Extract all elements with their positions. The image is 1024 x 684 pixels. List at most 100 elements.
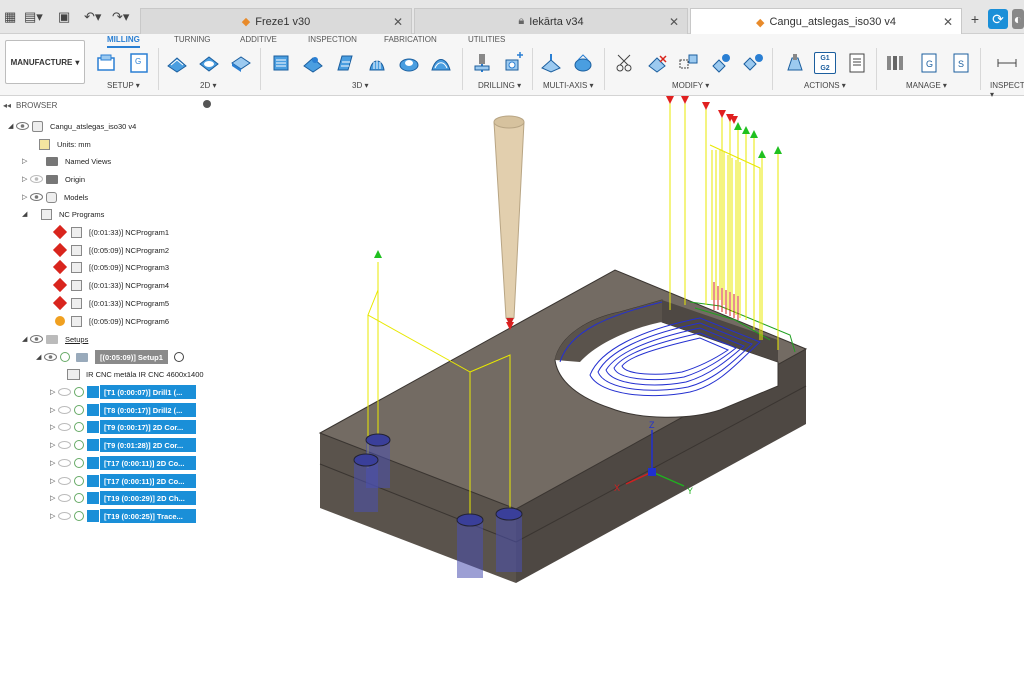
visibility-eye-hidden-icon[interactable]	[30, 175, 43, 183]
tab-turning[interactable]: TURNING	[174, 35, 210, 44]
3d-pocket-icon[interactable]	[302, 52, 324, 74]
3d-adaptive-icon[interactable]	[270, 52, 292, 74]
redo-icon[interactable]: ↷▾	[112, 9, 129, 25]
visibility-eye-hidden-icon[interactable]	[58, 512, 71, 520]
expand-triangle-icon[interactable]: ▷	[50, 423, 58, 431]
expand-triangle-icon[interactable]: ▷	[50, 441, 58, 449]
extensions-button[interactable]: ⟳	[988, 9, 1008, 29]
group-modify-label[interactable]: MODIFY ▾	[672, 81, 709, 90]
collapse-triangle-icon[interactable]: ◢	[36, 353, 44, 361]
nc-program-row[interactable]: [(0:05:09)] NCProgram3	[52, 259, 169, 275]
grid-menu-icon[interactable]: ▦	[4, 9, 16, 25]
tree-item-named-views[interactable]: ▷ Named Views	[22, 153, 111, 169]
visibility-eye-hidden-icon[interactable]	[58, 406, 71, 414]
setup-icon[interactable]	[96, 52, 118, 74]
3d-radial-icon[interactable]	[430, 52, 452, 74]
operation-row[interactable]: ▷ [T8 (0:00:17)] Drill2 (...	[50, 402, 196, 418]
expand-triangle-icon[interactable]: ▷	[50, 512, 58, 520]
visibility-eye-icon[interactable]	[44, 353, 57, 361]
expand-triangle-icon[interactable]: ▷	[50, 388, 58, 396]
expand-triangle-icon[interactable]: ▷	[22, 175, 30, 183]
collapse-triangle-icon[interactable]: ◢	[22, 335, 30, 343]
post-library-icon[interactable]: G	[918, 52, 940, 74]
group-3d-label[interactable]: 3D ▾	[352, 81, 368, 90]
expand-triangle-icon[interactable]: ▷	[50, 459, 58, 467]
tree-item-origin[interactable]: ▷ Origin	[22, 171, 85, 187]
nc-program-row[interactable]: [(0:05:09)] NCProgram6	[52, 313, 169, 329]
collapse-triangle-icon[interactable]: ◢	[22, 210, 30, 218]
collapse-panel-icon[interactable]: ◂◂	[3, 101, 11, 110]
expand-triangle-icon[interactable]: ▷	[22, 193, 30, 201]
operation-row[interactable]: ▷ [T17 (0:00:11)] 2D Co...	[50, 455, 196, 471]
nc-program-row[interactable]: [(0:01:33)] NCProgram1	[52, 224, 169, 240]
tree-item-setups[interactable]: ◢ Setups	[22, 331, 88, 347]
tab-utilities[interactable]: UTILITIES	[468, 35, 505, 44]
new-tab-button[interactable]: +	[965, 9, 985, 29]
tree-item-setup1[interactable]: ◢ [(0:05:09)] Setup1	[36, 349, 184, 365]
expand-triangle-icon[interactable]: ▷	[22, 157, 30, 165]
close-icon[interactable]: ✕	[393, 15, 403, 29]
close-icon[interactable]: ✕	[943, 15, 953, 29]
tree-item-machine[interactable]: IR CNC metāla IR CNC 4600x1400	[64, 366, 204, 382]
expand-triangle-icon[interactable]: ▷	[50, 494, 58, 502]
group-manage-label[interactable]: MANAGE ▾	[906, 81, 947, 90]
modify-delete-icon[interactable]	[646, 52, 668, 74]
2d-adaptive-icon[interactable]	[166, 52, 188, 74]
visibility-eye-hidden-icon[interactable]	[58, 441, 71, 449]
operation-row[interactable]: ▷ [T1 (0:00:07)] Drill1 (...	[50, 384, 196, 400]
group-actions-label[interactable]: ACTIONS ▾	[804, 81, 846, 90]
workspace-switcher-button[interactable]: MANUFACTURE ▾	[5, 40, 85, 84]
modify-mirror-icon[interactable]	[710, 52, 732, 74]
tab-additive[interactable]: ADDITIVE	[240, 35, 277, 44]
tool-library-icon[interactable]	[884, 52, 906, 74]
file-icon[interactable]: ▤▾	[24, 9, 43, 25]
tree-item-models[interactable]: ▷ Models	[22, 189, 88, 205]
operation-row[interactable]: ▷ [T19 (0:00:29)] 2D Ch...	[50, 490, 196, 506]
multi-axis-swarf-icon[interactable]	[540, 52, 562, 74]
visibility-eye-icon[interactable]	[16, 122, 29, 130]
operation-row[interactable]: ▷ [T19 (0:00:25)] Trace...	[50, 508, 196, 524]
operation-row[interactable]: ▷ [T9 (0:00:17)] 2D Cor...	[50, 419, 196, 435]
visibility-eye-hidden-icon[interactable]	[58, 459, 71, 467]
undo-icon[interactable]: ↶▾	[84, 9, 101, 25]
group-2d-label[interactable]: 2D ▾	[200, 81, 216, 90]
group-drilling-label[interactable]: DRILLING ▾	[478, 81, 521, 90]
multi-axis-rotary-icon[interactable]	[572, 52, 594, 74]
visibility-eye-icon[interactable]	[30, 335, 43, 343]
nc-program-row[interactable]: [(0:01:33)] NCProgram4	[52, 277, 169, 293]
close-icon[interactable]: ✕	[669, 15, 679, 29]
active-setup-radio-icon[interactable]	[173, 352, 184, 362]
drill-icon[interactable]	[472, 52, 494, 74]
save-icon[interactable]: ▣	[58, 9, 70, 25]
expand-triangle-icon[interactable]: ▷	[50, 477, 58, 485]
3d-parallel-icon[interactable]	[366, 52, 388, 74]
nc-program-row[interactable]: [(0:05:09)] NCProgram2	[52, 242, 169, 258]
nc-program-row[interactable]: [(0:01:33)] NCProgram5	[52, 295, 169, 311]
visibility-eye-hidden-icon[interactable]	[58, 477, 71, 485]
3d-viewport[interactable]: Z X Y	[222, 96, 1024, 684]
operation-row[interactable]: ▷ [T9 (0:01:28)] 2D Cor...	[50, 437, 196, 453]
measure-icon[interactable]	[996, 52, 1018, 74]
tab-inspection[interactable]: INSPECTION	[308, 35, 357, 44]
tree-item-nc-programs[interactable]: ◢ NC Programs	[22, 206, 104, 222]
nc-program-icon[interactable]: G	[128, 52, 150, 74]
visibility-eye-icon[interactable]	[30, 193, 43, 201]
modify-transform-icon[interactable]	[742, 52, 764, 74]
tab-freze1[interactable]: ◆ Freze1 v30 ✕	[140, 8, 412, 34]
template-library-icon[interactable]: S	[950, 52, 972, 74]
3d-scallop-icon[interactable]	[398, 52, 420, 74]
visibility-eye-hidden-icon[interactable]	[58, 423, 71, 431]
simulate-icon[interactable]	[784, 52, 806, 74]
online-status-icon[interactable]: ◐	[1012, 9, 1024, 29]
panel-options-icon[interactable]	[203, 100, 211, 108]
group-multi-axis-label[interactable]: MULTI-AXIS ▾	[543, 81, 594, 90]
2d-face-icon[interactable]	[230, 52, 252, 74]
tree-root-document[interactable]: ◢ Cangu_atslegas_iso30 v4	[8, 118, 136, 134]
setup-sheet-icon[interactable]	[846, 52, 868, 74]
modify-cut-icon[interactable]	[614, 52, 636, 74]
group-setup-label[interactable]: SETUP ▾	[107, 81, 140, 90]
tab-fabrication[interactable]: FABRICATION	[384, 35, 437, 44]
visibility-eye-hidden-icon[interactable]	[58, 388, 71, 396]
modify-pattern-icon[interactable]	[678, 52, 700, 74]
tab-cangu-atslegas[interactable]: ◆ Cangu_atslegas_iso30 v4 ✕	[690, 8, 962, 35]
